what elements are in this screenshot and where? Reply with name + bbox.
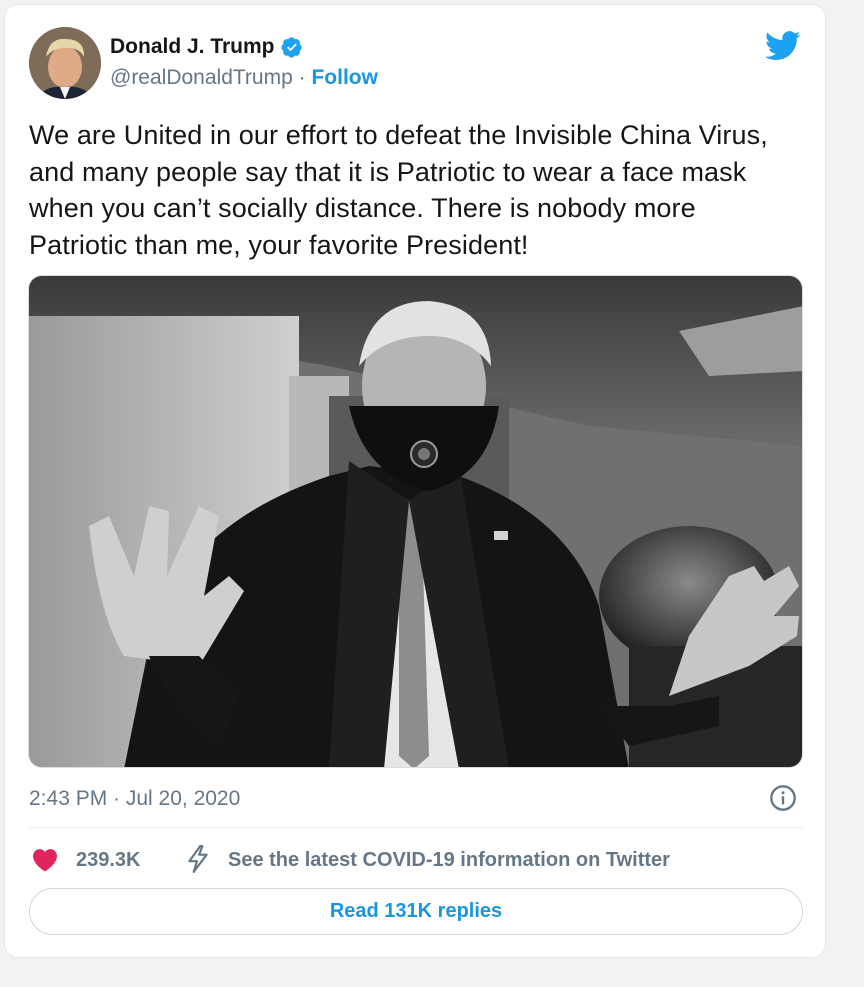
user-handle-row: @realDonaldTrump · Follow xyxy=(110,66,378,90)
covid-info-link[interactable]: See the latest COVID-19 information on T… xyxy=(228,849,670,872)
divider xyxy=(29,827,803,828)
follow-button[interactable]: Follow xyxy=(311,66,378,89)
info-icon[interactable] xyxy=(769,784,797,812)
twitter-bird-icon[interactable] xyxy=(765,31,801,61)
verified-badge-icon xyxy=(280,37,302,58)
separator: · xyxy=(292,66,312,89)
user-display-name[interactable]: Donald J. Trump xyxy=(110,35,275,59)
lightning-bolt-icon xyxy=(188,845,208,873)
tweet-photo[interactable] xyxy=(28,275,803,768)
user-display-name-row[interactable]: Donald J. Trump xyxy=(110,35,303,59)
read-replies-button[interactable]: Read 131K replies xyxy=(29,888,803,935)
tweet-timestamp[interactable]: 2:43 PM · Jul 20, 2020 xyxy=(29,787,240,811)
read-replies-label: Read 131K replies xyxy=(329,900,503,922)
heart-icon[interactable] xyxy=(32,848,58,872)
like-count[interactable]: 239.3K xyxy=(76,849,141,872)
avatar[interactable] xyxy=(29,27,101,99)
user-handle[interactable]: @realDonaldTrump xyxy=(110,66,293,89)
tweet-card: Donald J. Trump @realDonaldTrump · Follo… xyxy=(4,4,826,958)
tweet-text: We are United in our effort to defeat th… xyxy=(29,120,768,260)
